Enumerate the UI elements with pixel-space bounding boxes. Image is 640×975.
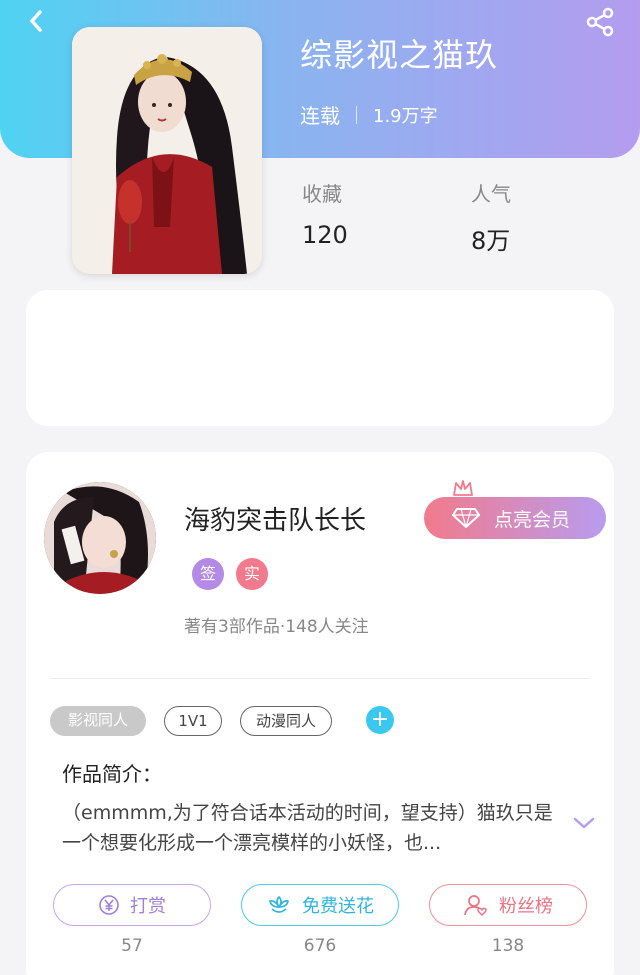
reward-button[interactable]: 打赏 <box>53 884 211 926</box>
popularity-value: 8万 <box>471 227 511 255</box>
favorites-label: 收藏 <box>302 182 342 206</box>
author-avatar[interactable] <box>44 482 156 594</box>
fan-count: 138 <box>491 936 525 956</box>
fan-ranking-button[interactable]: 粉丝榜 <box>429 884 587 926</box>
popularity-label: 人气 <box>471 182 511 206</box>
flower-icon <box>269 896 289 913</box>
intro-text: （emmmm,为了符合话本活动的时间，望支持）猫玖只是一个想要化形成一个漂亮模样… <box>62 802 553 854</box>
reward-count: 57 <box>121 936 143 956</box>
tag-anime-fanfic[interactable]: 动漫同人 <box>240 706 332 736</box>
status-row: 连载 1.9万字 <box>300 100 438 129</box>
diamond-icon <box>452 508 480 528</box>
back-button[interactable] <box>22 6 52 36</box>
chevron-down-icon[interactable] <box>572 815 596 831</box>
plus-icon: + <box>370 707 390 732</box>
crown-icon <box>453 480 473 496</box>
fan-ranking-label: 粉丝榜 <box>499 896 553 917</box>
back-icon <box>30 10 42 32</box>
author-name[interactable]: 海豹突击队长长 <box>184 500 366 537</box>
share-icon <box>586 7 614 37</box>
book-title: 综影视之猫玖 <box>300 36 499 74</box>
tag-film-fanfic[interactable]: 影视同人 <box>50 706 146 736</box>
favorites-stat: 收藏 120 <box>302 178 348 249</box>
author-meta: 著有3部作品·148人关注 <box>184 617 369 637</box>
favorites-value: 120 <box>302 221 348 249</box>
serial-status: 连载 <box>300 104 340 128</box>
vip-button[interactable]: 点亮会员 <box>424 497 606 539</box>
popularity-stat: 人气 8万 <box>471 178 511 256</box>
book-cover-image[interactable] <box>72 27 262 274</box>
intro-title: 作品简介： <box>62 762 162 786</box>
fans-icon <box>464 895 487 916</box>
word-count: 1.9万字 <box>373 105 438 127</box>
tag-1v1[interactable]: 1V1 <box>164 706 222 736</box>
reward-label: 打赏 <box>130 896 166 917</box>
status-divider <box>356 105 357 124</box>
share-button[interactable] <box>584 6 616 38</box>
divider <box>50 678 590 679</box>
send-flower-button[interactable]: 免费送花 <box>241 884 399 926</box>
flower-count: 676 <box>303 936 337 956</box>
verified-badge: 实 <box>236 558 268 590</box>
add-tag-button[interactable]: + <box>366 706 394 734</box>
signed-badge: 签 <box>192 558 224 590</box>
vip-label: 点亮会员 <box>494 508 571 531</box>
send-flower-label: 免费送花 <box>302 896 374 917</box>
yuan-icon <box>99 895 119 915</box>
blank-card <box>26 290 614 426</box>
